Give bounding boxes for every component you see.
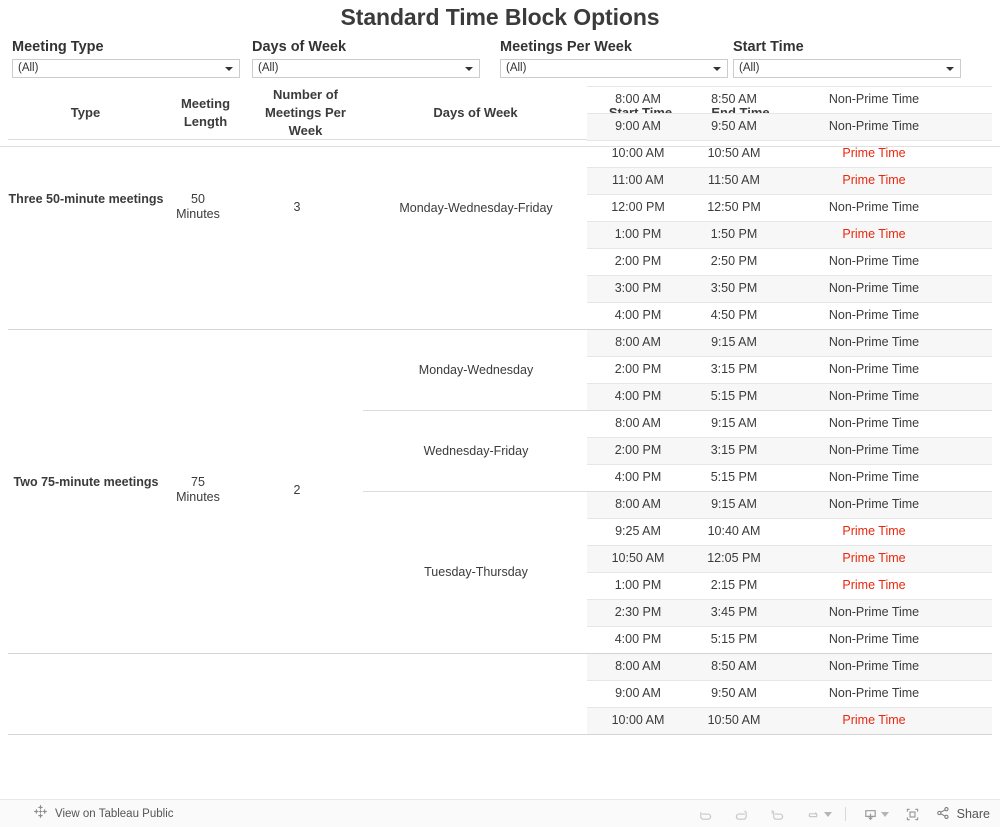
- cell-prime-flag[interactable]: Prime Time: [764, 227, 984, 242]
- cell-prime-flag[interactable]: Prime Time: [764, 524, 984, 539]
- cell-prime-flag[interactable]: Non-Prime Time: [764, 281, 984, 296]
- row-divider: [587, 248, 992, 249]
- row-divider: [587, 518, 992, 519]
- refresh-dropdown-caret-icon[interactable]: [823, 811, 832, 817]
- row-divider: [587, 545, 992, 546]
- undo-button[interactable]: [688, 801, 724, 827]
- cell-prime-flag[interactable]: Non-Prime Time: [764, 605, 984, 620]
- cell-meetings-per-week[interactable]: 3: [237, 200, 357, 215]
- cell-prime-flag[interactable]: Non-Prime Time: [764, 470, 984, 485]
- cell-prime-flag[interactable]: Non-Prime Time: [764, 308, 984, 323]
- row-divider: [587, 680, 992, 681]
- cell-days-of-week[interactable]: Monday-Wednesday-Friday: [336, 201, 616, 216]
- filter-selected-value: (All): [18, 62, 39, 74]
- group-divider: [8, 653, 992, 654]
- cell-prime-flag[interactable]: Prime Time: [764, 551, 984, 566]
- cell-prime-flag[interactable]: Prime Time: [764, 713, 984, 728]
- cell-prime-flag[interactable]: Non-Prime Time: [764, 389, 984, 404]
- row-divider: [587, 167, 992, 168]
- toolbar-actions: Share: [688, 800, 990, 827]
- view-on-tableau-public-label: View on Tableau Public: [55, 808, 174, 820]
- filter-dropdown[interactable]: (All): [252, 59, 480, 78]
- filter-meeting-type: Meeting Type (All): [12, 38, 240, 78]
- group-divider: [8, 734, 992, 735]
- chevron-down-icon[interactable]: [465, 67, 473, 71]
- fullscreen-button[interactable]: [895, 801, 931, 827]
- filter-label: Days of Week: [252, 39, 347, 55]
- filter-label: Start Time: [733, 39, 804, 55]
- filter-selected-value: (All): [258, 62, 279, 74]
- row-divider: [587, 707, 992, 708]
- day-block-divider: [363, 491, 992, 492]
- cell-prime-flag[interactable]: Non-Prime Time: [764, 416, 984, 431]
- chevron-down-icon[interactable]: [946, 67, 954, 71]
- bottom-toolbar: View on Tableau Public Share: [0, 799, 1000, 827]
- cell-prime-flag[interactable]: Non-Prime Time: [764, 200, 984, 215]
- download-dropdown-caret-icon[interactable]: [880, 811, 889, 817]
- cell-prime-flag[interactable]: Prime Time: [764, 173, 984, 188]
- row-divider: [587, 194, 992, 195]
- row-divider: [587, 437, 992, 438]
- filter-meetings-per-week: Meetings Per Week (All): [500, 38, 728, 78]
- row-divider: [587, 113, 992, 114]
- cell-days-of-week[interactable]: Wednesday-Friday: [336, 444, 616, 459]
- page-title: Standard Time Block Options: [340, 4, 660, 30]
- group-divider: [8, 329, 992, 330]
- row-divider: [587, 140, 992, 141]
- cell-prime-flag[interactable]: Non-Prime Time: [764, 254, 984, 269]
- revert-button[interactable]: [760, 801, 796, 827]
- row-divider: [587, 275, 992, 276]
- row-divider: [587, 572, 992, 573]
- cell-prime-flag[interactable]: Non-Prime Time: [764, 362, 984, 377]
- cell-prime-flag[interactable]: Non-Prime Time: [764, 335, 984, 350]
- row-divider: [587, 464, 992, 465]
- filter-selected-value: (All): [739, 62, 760, 74]
- chevron-down-icon[interactable]: [225, 67, 233, 71]
- cell-days-of-week[interactable]: Monday-Wednesday: [336, 363, 616, 378]
- filter-dropdown[interactable]: (All): [733, 59, 961, 78]
- filter-dropdown[interactable]: (All): [500, 59, 728, 78]
- cell-prime-flag[interactable]: Prime Time: [764, 578, 984, 593]
- share-button[interactable]: Share: [931, 805, 990, 824]
- toolbar-separator: [844, 807, 846, 821]
- chevron-down-icon[interactable]: [713, 67, 721, 71]
- tableau-dashboard: Standard Time Block Options Meeting Type…: [0, 0, 1000, 827]
- day-block-divider: [363, 410, 992, 411]
- cell-prime-flag[interactable]: Non-Prime Time: [764, 443, 984, 458]
- filter-label: Meeting Type: [12, 39, 104, 55]
- redo-button[interactable]: [724, 801, 760, 827]
- cell-prime-flag[interactable]: Non-Prime Time: [764, 632, 984, 647]
- cell-prime-flag[interactable]: Non-Prime Time: [764, 119, 984, 134]
- results-table-body: 8:00 AM 8:50 AM Non-Prime Time 9:00 AM 9:50 …: [0, 86, 1000, 799]
- cell-prime-flag[interactable]: Non-Prime Time: [764, 686, 984, 701]
- filter-dropdown[interactable]: (All): [12, 59, 240, 78]
- cell-prime-flag[interactable]: Non-Prime Time: [764, 659, 984, 674]
- row-divider: [587, 599, 992, 600]
- cell-prime-flag[interactable]: Prime Time: [764, 146, 984, 161]
- filter-start-time: Start Time (All): [733, 38, 961, 78]
- row-divider: [587, 86, 992, 87]
- filter-bar: Meeting Type (All) Days of Week (All) Meetin…: [0, 38, 1000, 80]
- share-icon: [935, 805, 951, 824]
- cell-meetings-per-week[interactable]: 2: [237, 483, 357, 498]
- row-divider: [587, 626, 992, 627]
- row-divider: [587, 302, 992, 303]
- view-on-tableau-public-link[interactable]: View on Tableau Public: [33, 800, 174, 827]
- filter-label: Meetings Per Week: [500, 39, 632, 55]
- filter-days-of-week: Days of Week (All): [252, 38, 480, 78]
- row-divider: [587, 221, 992, 222]
- row-divider: [587, 383, 992, 384]
- cell-days-of-week[interactable]: Tuesday-Thursday: [336, 565, 616, 580]
- filter-selected-value: (All): [506, 62, 527, 74]
- cell-prime-flag[interactable]: Non-Prime Time: [764, 497, 984, 512]
- tableau-logo-icon: [33, 804, 48, 824]
- row-divider: [587, 356, 992, 357]
- share-label: Share: [956, 807, 990, 821]
- cell-prime-flag[interactable]: Non-Prime Time: [764, 92, 984, 107]
